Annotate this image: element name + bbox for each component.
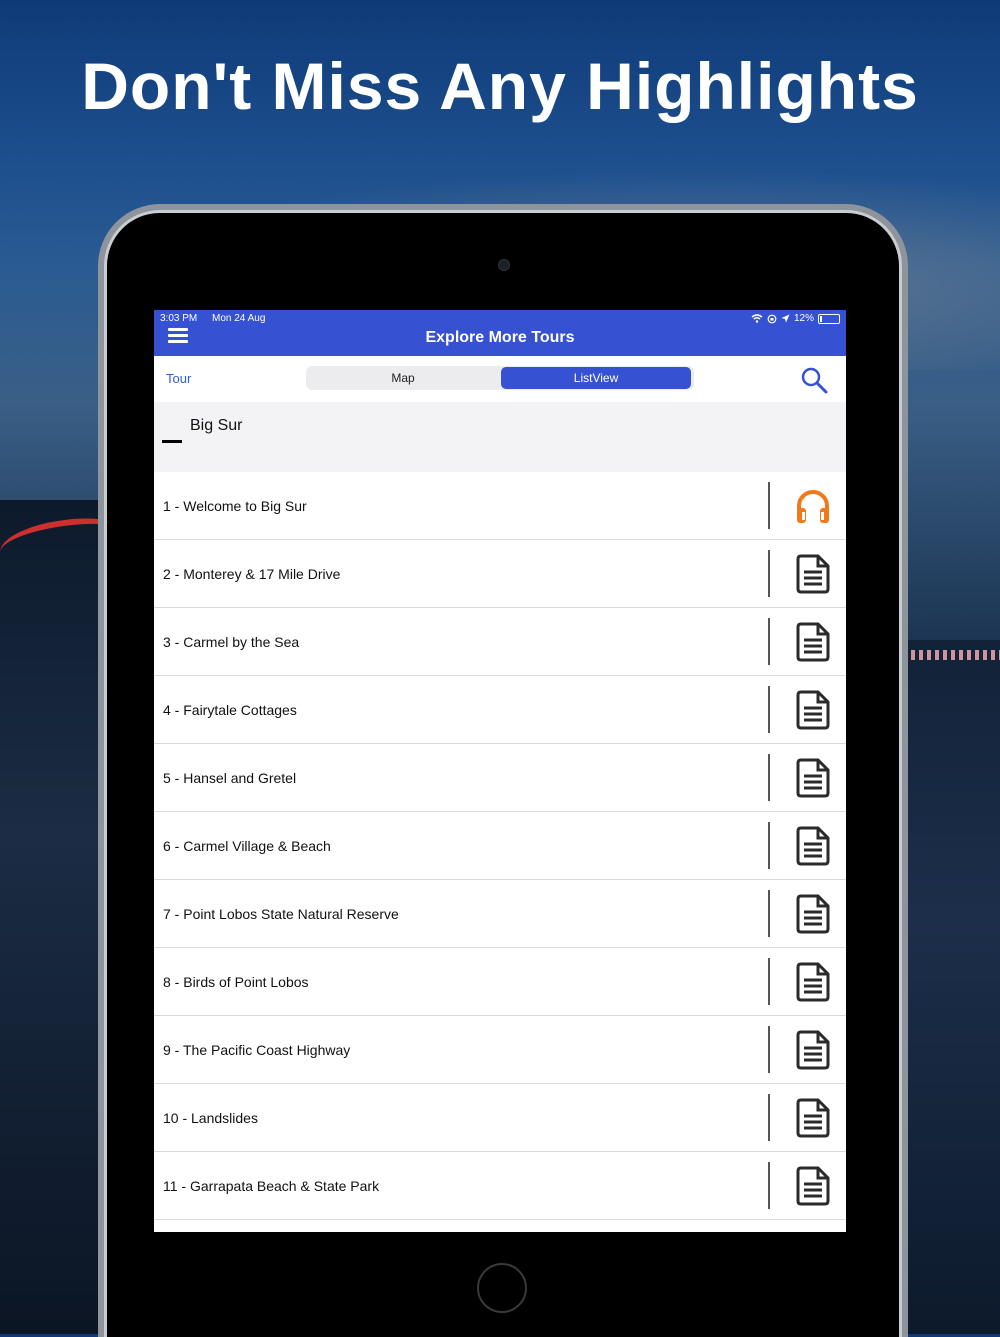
battery-icon xyxy=(818,313,840,324)
background-bridge-right xyxy=(890,640,1000,1334)
row-divider xyxy=(768,1162,770,1209)
document-icon[interactable] xyxy=(794,690,832,730)
background-bridge-left xyxy=(0,500,120,1334)
document-icon[interactable] xyxy=(794,554,832,594)
row-divider xyxy=(768,890,770,937)
row-divider xyxy=(768,754,770,801)
section-header: Big Sur xyxy=(154,402,846,472)
list-item[interactable]: 2 - Monterey & 17 Mile Drive xyxy=(154,540,846,608)
navigation-bar: 3:03 PM Mon 24 Aug 12% Explore More Tour… xyxy=(154,310,846,356)
row-divider xyxy=(768,550,770,597)
rotation-lock-icon xyxy=(767,314,777,323)
list-item[interactable]: 5 - Hansel and Gretel xyxy=(154,744,846,812)
home-button[interactable] xyxy=(477,1263,527,1313)
list-item[interactable]: 3 - Carmel by the Sea xyxy=(154,608,846,676)
battery-percent: 12% xyxy=(793,313,814,324)
list-item[interactable]: 10 - Landslides xyxy=(154,1084,846,1152)
row-divider xyxy=(768,482,770,529)
wifi-icon xyxy=(751,314,763,323)
row-divider xyxy=(768,1094,770,1141)
document-icon[interactable] xyxy=(794,894,832,934)
list-item-label: 5 - Hansel and Gretel xyxy=(163,770,297,786)
list-item-label: 1 - Welcome to Big Sur xyxy=(163,498,307,514)
front-camera xyxy=(498,259,510,271)
list-item-label: 3 - Carmel by the Sea xyxy=(163,634,300,650)
list-item-label: 8 - Birds of Point Lobos xyxy=(163,974,309,990)
toolbar: Tour Map ListView xyxy=(154,356,846,402)
status-time: 3:03 PM xyxy=(160,313,198,324)
status-date: Mon 24 Aug xyxy=(212,313,266,324)
list-item[interactable]: 9 - The Pacific Coast Highway xyxy=(154,1016,846,1084)
document-icon[interactable] xyxy=(794,962,832,1002)
list-item-label: 10 - Landslides xyxy=(163,1110,258,1126)
search-icon[interactable] xyxy=(800,366,828,394)
app-screen: 3:03 PM Mon 24 Aug 12% Explore More Tour… xyxy=(154,310,846,1232)
list-item-label: 9 - The Pacific Coast Highway xyxy=(163,1042,351,1058)
list-item[interactable]: 11 - Garrapata Beach & State Park xyxy=(154,1152,846,1220)
document-icon[interactable] xyxy=(794,758,832,798)
view-segmented-control: Map ListView xyxy=(306,366,694,390)
row-divider xyxy=(768,1026,770,1073)
section-title: Big Sur xyxy=(190,417,243,434)
document-icon[interactable] xyxy=(794,826,832,866)
segment-map[interactable]: Map xyxy=(306,366,500,390)
list-item[interactable]: 6 - Carmel Village & Beach xyxy=(154,812,846,880)
document-icon[interactable] xyxy=(794,1030,832,1070)
list-item[interactable]: 7 - Point Lobos State Natural Reserve xyxy=(154,880,846,948)
list-item-label: 2 - Monterey & 17 Mile Drive xyxy=(163,566,341,582)
row-divider xyxy=(768,686,770,733)
list-item[interactable]: 8 - Birds of Point Lobos xyxy=(154,948,846,1016)
promo-headline: Don't Miss Any Highlights xyxy=(81,49,919,123)
list-item-label: 7 - Point Lobos State Natural Reserve xyxy=(163,906,399,922)
row-divider xyxy=(768,822,770,869)
document-icon[interactable] xyxy=(794,1098,832,1138)
background-bridge-lights xyxy=(895,650,1000,660)
list-item-label: 6 - Carmel Village & Beach xyxy=(163,838,331,854)
document-icon[interactable] xyxy=(794,1166,832,1206)
page-title: Explore More Tours xyxy=(425,329,575,346)
list-item[interactable]: 4 - Fairytale Cottages xyxy=(154,676,846,744)
list-item-label: 11 - Garrapata Beach & State Park xyxy=(163,1178,380,1194)
document-icon[interactable] xyxy=(794,622,832,662)
headphones-icon[interactable] xyxy=(794,486,832,526)
collapse-dash-icon[interactable] xyxy=(162,440,182,443)
location-arrow-icon xyxy=(781,314,790,323)
status-indicators: 12% xyxy=(751,313,840,324)
tour-button[interactable]: Tour xyxy=(166,371,191,386)
segment-listview[interactable]: ListView xyxy=(501,367,691,389)
list-item-label: 4 - Fairytale Cottages xyxy=(163,702,297,718)
row-divider xyxy=(768,958,770,1005)
list-item[interactable]: 1 - Welcome to Big Sur xyxy=(154,472,846,540)
row-divider xyxy=(768,618,770,665)
tour-stop-list: 1 - Welcome to Big Sur 2 - Monterey & 17 … xyxy=(154,472,846,1220)
